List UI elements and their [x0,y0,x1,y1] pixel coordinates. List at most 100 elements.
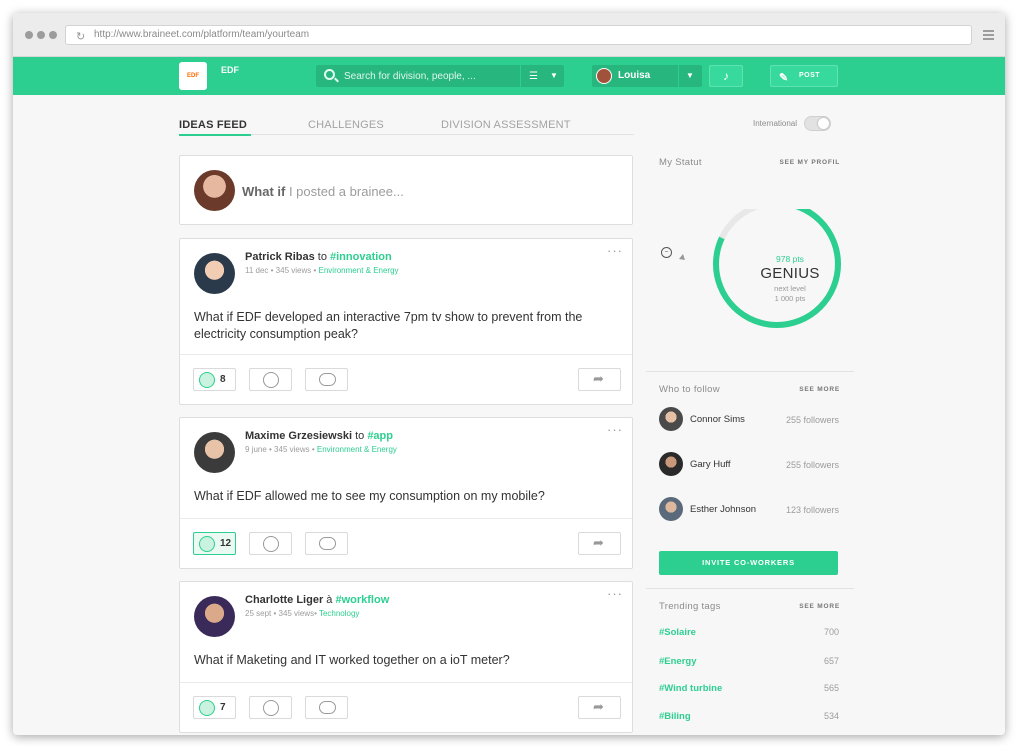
post-actions: 7 ➦ [180,682,632,732]
avatar[interactable] [659,452,683,476]
trending-tag[interactable]: #Wind turbine [659,683,722,694]
share-icon: ➦ [593,535,604,550]
bell-icon: ♪ [723,69,729,83]
post-meta: 25 sept • 345 views• Technology [245,609,359,618]
avatar[interactable] [194,596,235,637]
see-my-profil-link[interactable]: SEE MY PROFIL [780,159,840,166]
tab-challenges[interactable]: CHALLENGES [308,119,384,131]
avatar[interactable] [194,432,235,473]
author-name[interactable]: Maxime Grzesiewski [245,430,352,442]
follow-name[interactable]: Connor Sims [690,414,745,425]
user-name: Louisa [618,70,651,81]
post-meta: 11 dec • 345 views • Environment & Energ… [245,266,399,275]
neutral-reaction-button[interactable] [249,532,292,555]
like-button[interactable]: 7 [193,696,236,719]
comment-button[interactable] [305,532,348,555]
post-body: What if Maketing and IT worked together … [194,653,510,667]
comment-button[interactable] [305,368,348,391]
trending-tag[interactable]: #Energy [659,656,697,667]
like-button[interactable]: 8 [193,368,236,391]
who-to-follow-title: Who to follow [659,384,720,395]
compose-box[interactable]: What if I posted a brainee... [179,155,633,225]
post-card: Patrick Ribas to #innovation 11 dec • 34… [179,238,633,405]
divider [646,371,854,372]
more-options-icon[interactable]: ··· [607,422,623,437]
trending-tag-count: 534 [823,711,839,721]
follow-row[interactable]: Connor Sims 255 followers [659,407,839,435]
post-meta-text: 11 dec • 345 views • [245,266,319,275]
post-category[interactable]: Environment & Energy [319,266,399,275]
tab-ideas-feed[interactable]: IDEAS FEED [179,119,252,136]
comment-button[interactable] [305,696,348,719]
post-author: Charlotte Liger à #workflow [245,594,389,606]
trending-tag-row[interactable]: #Biling 534 [659,711,839,725]
post-tag[interactable]: #workflow [335,594,389,606]
author-name[interactable]: Patrick Ribas [245,251,315,263]
see-more-tags-link[interactable]: SEE MORE [799,603,840,610]
post-meta: 9 june • 345 views • Environment & Energ… [245,445,397,454]
post-button[interactable]: ✎ POST [770,65,838,87]
ring-start-marker-icon [679,254,685,260]
url-text: http://www.braineet.com/platform/team/yo… [94,29,310,40]
more-options-icon[interactable]: ··· [607,243,623,258]
trending-tag-row[interactable]: #Wind turbine 565 [659,683,839,697]
post-category[interactable]: Environment & Energy [317,445,397,454]
next-level-label: next level [774,284,806,293]
share-button[interactable]: ➦ [578,696,621,719]
status-ring: ⌣ 978 pts GENIUS next level 1 000 pts [661,209,841,349]
window-dot-icon[interactable] [25,31,33,39]
connector-text: to [352,430,368,442]
chevron-down-icon[interactable]: ▼ [686,71,694,80]
trending-tag-row[interactable]: #Energy 657 [659,656,839,670]
like-button[interactable]: 12 [193,532,236,555]
follow-name[interactable]: Esther Johnson [690,504,756,515]
post-tag[interactable]: #app [367,430,393,442]
follow-row[interactable]: Esther Johnson 123 followers [659,497,839,525]
happy-face-icon [199,372,215,388]
neutral-reaction-button[interactable] [249,696,292,719]
avatar[interactable] [194,253,235,294]
follow-row[interactable]: Gary Huff 255 followers [659,452,839,480]
trending-tag[interactable]: #Biling [659,711,691,722]
window-dot-icon[interactable] [49,31,57,39]
search-input[interactable]: Search for division, people, ... [344,71,476,82]
divider [520,65,521,87]
trending-tag-count: 657 [823,656,839,666]
user-menu-button[interactable]: Louisa ▼ [592,65,702,87]
chevron-down-icon[interactable]: ▼ [550,71,558,80]
search-bar[interactable]: Search for division, people, ... ☰ ▼ [316,65,564,87]
international-toggle[interactable] [804,116,831,131]
browser-window: ↻ http://www.braineet.com/platform/team/… [13,13,1005,735]
neutral-face-icon [263,372,279,388]
compose-input[interactable]: What if I posted a brainee... [242,184,404,199]
tab-division-assessment[interactable]: DIVISION ASSESSMENT [441,119,571,131]
list-filter-icon[interactable]: ☰ [529,71,538,82]
avatar[interactable] [659,497,683,521]
avatar[interactable] [659,407,683,431]
invite-coworkers-button[interactable]: INVITE CO-WORKERS [659,551,838,575]
share-button[interactable]: ➦ [578,368,621,391]
follow-name[interactable]: Gary Huff [690,459,730,470]
see-more-follow-link[interactable]: SEE MORE [799,386,840,393]
comment-icon [319,537,336,550]
neutral-reaction-button[interactable] [249,368,292,391]
post-category[interactable]: Technology [319,609,359,618]
window-dot-icon[interactable] [37,31,45,39]
trending-tag[interactable]: #Solaire [659,627,696,638]
trending-tag-row[interactable]: #Solaire 700 [659,627,839,641]
share-icon: ➦ [593,371,604,386]
reload-icon[interactable]: ↻ [76,28,85,46]
browser-menu-icon[interactable] [983,30,994,42]
share-button[interactable]: ➦ [578,532,621,555]
brand-label[interactable]: EDF [221,65,239,75]
logo-text: EDF [187,73,199,79]
post-tag[interactable]: #innovation [330,251,392,263]
address-bar[interactable]: ↻ http://www.braineet.com/platform/team/… [65,25,972,45]
more-options-icon[interactable]: ··· [607,586,623,601]
neutral-face-icon [263,536,279,552]
edf-logo[interactable]: EDF [179,62,207,90]
next-level-text: next level 1 000 pts [750,284,830,304]
author-name[interactable]: Charlotte Liger [245,594,323,606]
avatar [194,170,235,211]
notifications-button[interactable]: ♪ [709,65,743,87]
